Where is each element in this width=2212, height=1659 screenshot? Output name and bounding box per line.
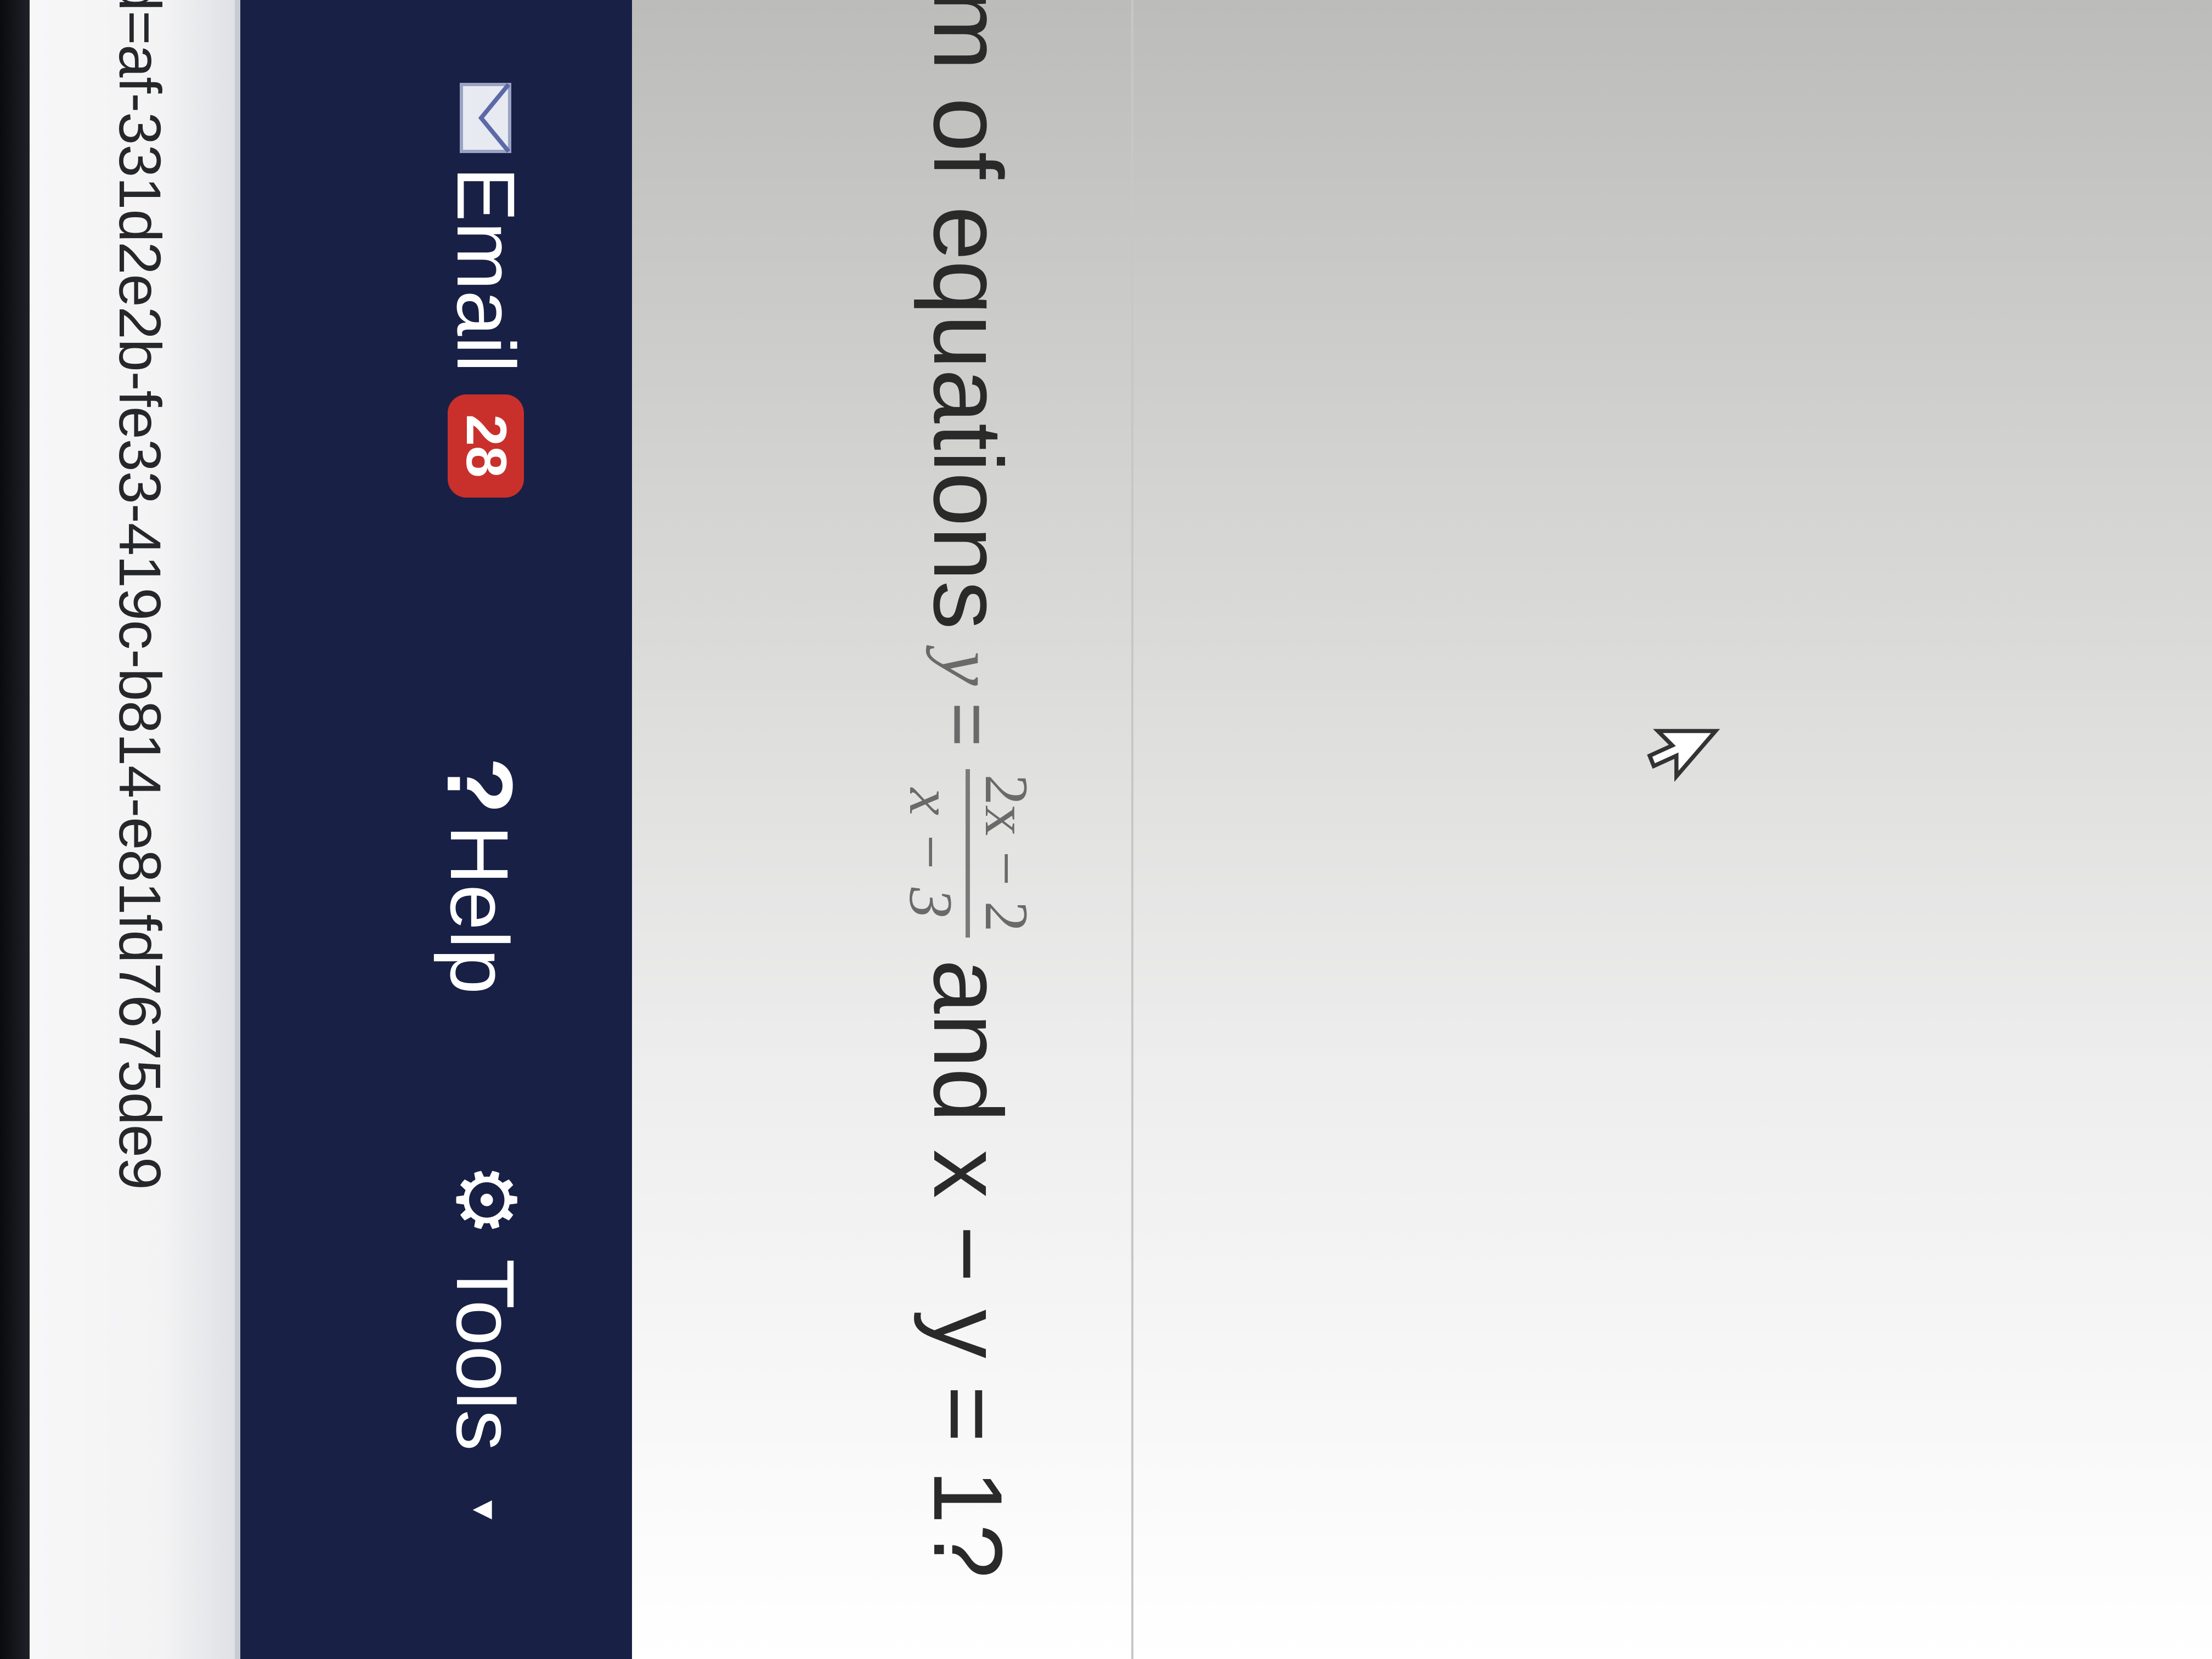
nav-tools-label: Tools <box>439 1259 532 1451</box>
chevron-down-icon: ▾ <box>464 1500 507 1520</box>
nav-help-label: Help <box>433 825 526 995</box>
gear-icon: ⚙ <box>440 1163 532 1237</box>
nav-email-label: Email <box>440 167 532 373</box>
nav-tools-dropdown[interactable]: ⚙ Tools ▾ <box>438 1163 533 1520</box>
top-navigation-bar: Email 28 ? Help ⚙ Tools ▾ <box>240 0 632 1659</box>
address-bar-url[interactable]: d=af-331d2e2b-fe33-419c-b814-e81fd7675de… <box>106 0 174 1189</box>
rotated-page: m of equations y = 2x − 2 x − 3 and x − … <box>30 0 2212 1659</box>
fraction-denominator: x − 3 <box>896 788 965 918</box>
math-fraction: 2x − 2 x − 3 <box>896 769 1040 938</box>
mouse-cursor-icon <box>1647 729 1720 782</box>
mail-icon <box>460 83 512 153</box>
nav-help-link[interactable]: ? Help <box>426 757 533 994</box>
nav-email-link[interactable]: Email 28 <box>438 82 533 498</box>
main-content: m of equations y = 2x − 2 x − 3 and x − … <box>632 0 2212 1659</box>
fraction-numerator: 2x − 2 <box>966 769 1040 938</box>
math-y-variable: y <box>925 651 1011 686</box>
address-bar[interactable]: d=af-331d2e2b-fe33-419c-b814-e81fd7675de… <box>30 0 240 1659</box>
question-prefix: m of equations <box>913 0 1023 630</box>
question-suffix: and x − y = 1? <box>913 959 1023 1578</box>
help-icon: ? <box>427 757 532 814</box>
question-text: m of equations y = 2x − 2 x − 3 and x − … <box>896 0 1040 1578</box>
content-divider <box>1131 0 1133 1659</box>
math-equals: = <box>925 702 1012 747</box>
email-count-badge: 28 <box>448 394 524 498</box>
